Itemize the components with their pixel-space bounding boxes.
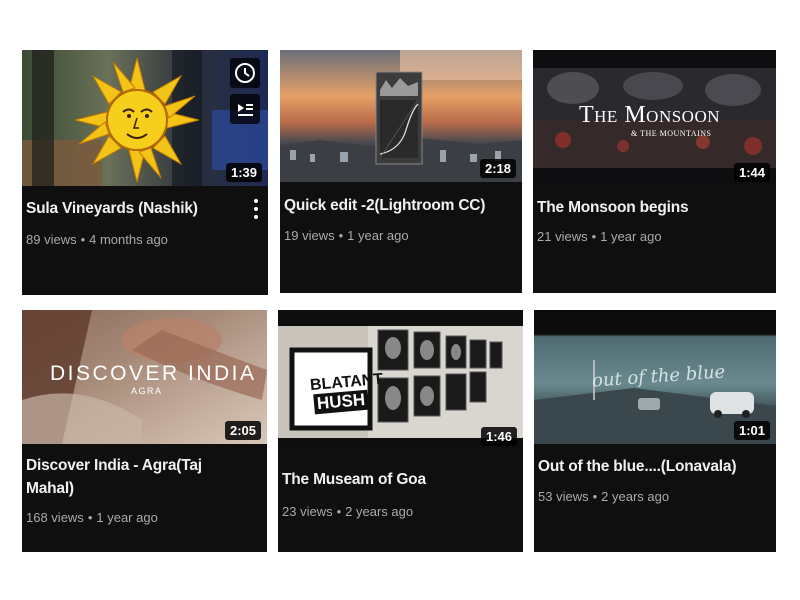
video-thumbnail[interactable]: The Monsoon & THE MOUNTAINS 1:44 — [533, 50, 776, 186]
view-count: 19 views — [284, 228, 335, 243]
video-thumbnail[interactable]: BLATANT HUSH 1:46 — [278, 310, 523, 450]
view-count: 23 views — [282, 504, 333, 519]
meta-separator: • — [591, 229, 597, 244]
video-meta: 168 views • 1 year ago — [26, 510, 158, 525]
upload-age: 2 years ago — [601, 489, 670, 504]
video-duration: 1:44 — [733, 163, 770, 182]
video-meta: 19 views • 1 year ago — [284, 228, 409, 243]
meta-separator: • — [80, 232, 86, 247]
view-count: 21 views — [537, 229, 588, 244]
video-title[interactable]: The Monsoon begins — [537, 196, 756, 219]
meta-separator: • — [87, 510, 93, 525]
more-options-icon[interactable] — [252, 198, 260, 220]
meta-separator: • — [338, 228, 344, 243]
video-thumbnail[interactable]: out of the blue 1:01 — [534, 310, 776, 444]
view-count: 89 views — [26, 232, 77, 247]
add-to-queue-icon — [238, 104, 253, 116]
video-title[interactable]: Sula Vineyards (Nashik) — [26, 197, 248, 220]
video-title[interactable]: Discover India - Agra(Taj Mahal) — [26, 454, 226, 500]
video-card[interactable]: out of the blue 1:01 Out of the blue....… — [534, 310, 776, 552]
video-title[interactable]: The Museam of Goa — [282, 468, 503, 491]
upload-age: 1 year ago — [600, 229, 662, 244]
upload-age: 4 months ago — [89, 232, 168, 247]
video-meta: 53 views • 2 years ago — [538, 489, 669, 504]
video-card[interactable]: BLATANT HUSH 1:46 The Museam of Goa 23 v… — [278, 310, 523, 552]
video-thumbnail[interactable]: 2:18 — [280, 50, 522, 182]
video-title[interactable]: Out of the blue....(Lonavala) — [538, 455, 756, 478]
video-duration: 1:39 — [225, 163, 262, 182]
watch-later-button[interactable] — [230, 58, 260, 88]
video-meta: 21 views • 1 year ago — [537, 229, 662, 244]
video-duration: 2:05 — [224, 421, 261, 440]
thumbnail-subtitle-text: AGRA — [131, 386, 163, 396]
view-count: 53 views — [538, 489, 589, 504]
video-duration: 2:18 — [479, 159, 516, 178]
video-meta: 89 views • 4 months ago — [26, 232, 168, 247]
video-card[interactable]: 2:18 Quick edit -2(Lightroom CC) 19 view… — [280, 50, 522, 293]
upload-age: 1 year ago — [96, 510, 158, 525]
upload-age: 2 years ago — [345, 504, 414, 519]
meta-separator: • — [336, 504, 342, 519]
video-meta: 23 views • 2 years ago — [282, 504, 413, 519]
thumbnail-subtitle-text: & THE MOUNTAINS — [631, 129, 712, 138]
view-count: 168 views — [26, 510, 84, 525]
meta-separator: • — [592, 489, 598, 504]
thumbnail-title-text: DISCOVER INDIA — [50, 362, 257, 385]
video-title[interactable]: Quick edit -2(Lightroom CC) — [284, 194, 502, 217]
thumbnail-title-text: The Monsoon — [579, 102, 720, 128]
video-thumbnail[interactable]: 1:39 — [22, 50, 268, 186]
video-card[interactable]: 1:39 Sula Vineyards (Nashik) 89 views • 4 … — [22, 50, 268, 295]
video-card[interactable]: DISCOVER INDIA AGRA 2:05 Discover India … — [22, 310, 267, 552]
video-card[interactable]: The Monsoon & THE MOUNTAINS 1:44 The Mon… — [533, 50, 776, 293]
add-to-queue-button[interactable] — [230, 94, 260, 124]
video-duration: 1:01 — [733, 421, 770, 440]
watch-later-icon — [235, 63, 255, 83]
upload-age: 1 year ago — [347, 228, 409, 243]
video-thumbnail[interactable]: DISCOVER INDIA AGRA 2:05 — [22, 310, 267, 444]
video-duration: 1:46 — [480, 427, 517, 446]
